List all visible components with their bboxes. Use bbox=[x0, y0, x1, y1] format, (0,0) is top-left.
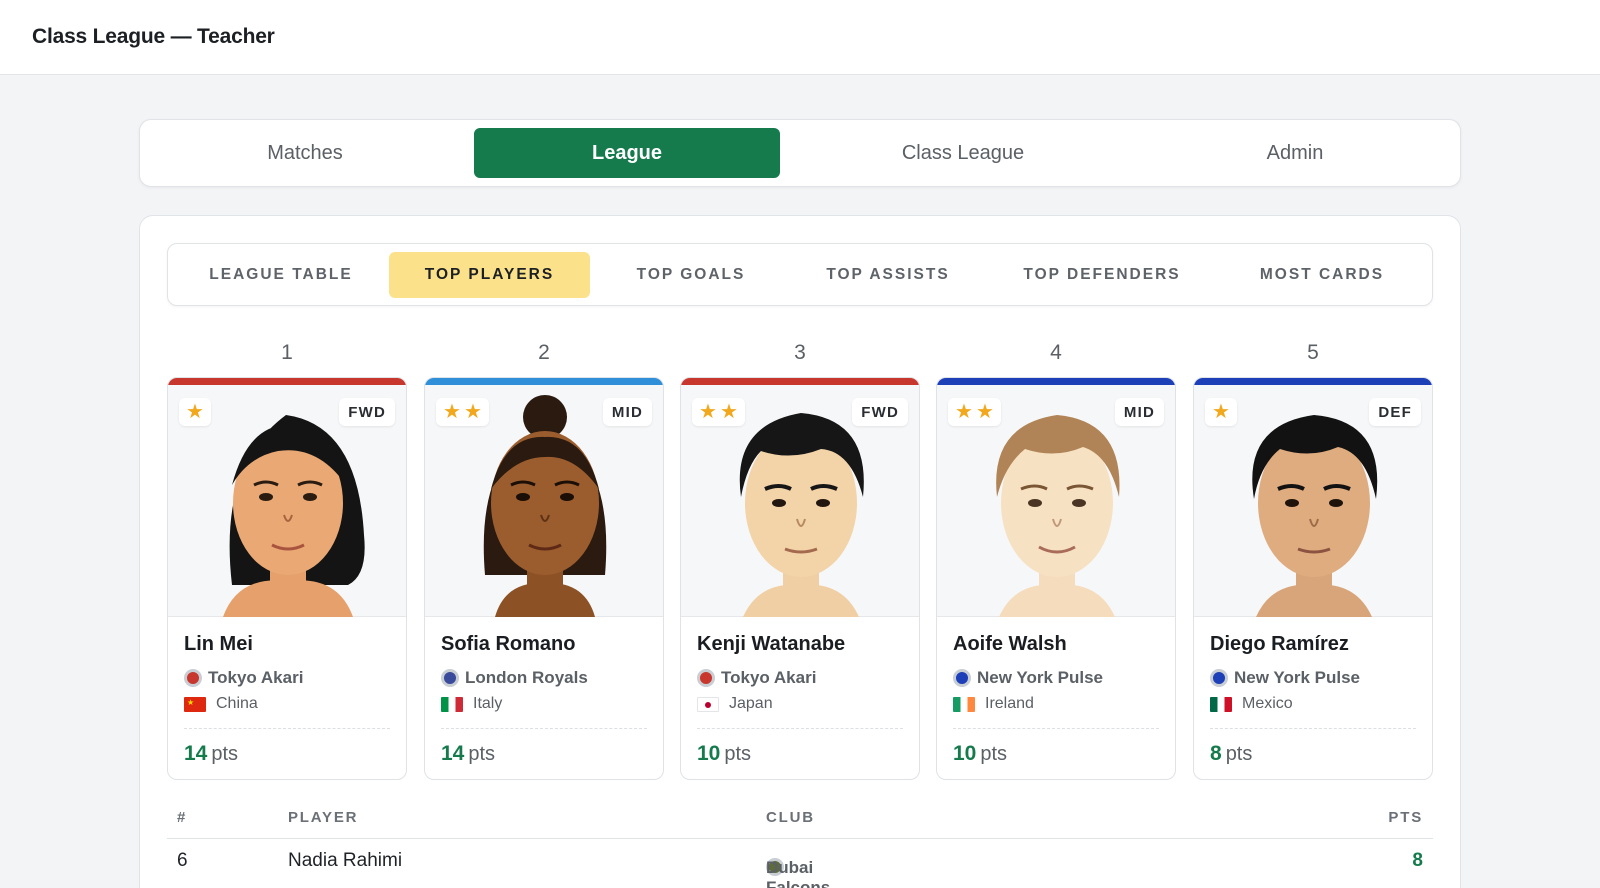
club-crest-icon bbox=[697, 669, 715, 687]
player-points: 10 pts bbox=[697, 742, 752, 765]
player-country: ★ China bbox=[184, 695, 258, 713]
row-player: Nadia Rahimi bbox=[288, 850, 403, 871]
subtab-top-assists[interactable]: TOP ASSISTS bbox=[790, 252, 986, 298]
tab-matches[interactable]: Matches bbox=[150, 128, 460, 178]
rating-stars: ★ bbox=[179, 398, 211, 426]
player-club: New York Pulse bbox=[953, 668, 1103, 688]
position-badge: DEF bbox=[1369, 398, 1421, 426]
player-portrait: ★ ★ MID bbox=[937, 385, 1175, 617]
subtab-league-table[interactable]: LEAGUE TABLE bbox=[178, 252, 384, 298]
table-row[interactable]: 6 Nadia Rahimi Dubai Falcons 8 bbox=[167, 840, 1433, 888]
star-icon: ★ bbox=[975, 401, 994, 423]
star-icon: ★ bbox=[955, 401, 973, 423]
position-badge: FWD bbox=[852, 398, 908, 426]
player-portrait: ★ ★ FWD bbox=[681, 385, 919, 617]
divider bbox=[697, 728, 903, 729]
player-rank: 4 bbox=[1050, 341, 1062, 364]
col-pts[interactable]: PTS bbox=[1388, 809, 1423, 826]
card-accent bbox=[1194, 378, 1432, 385]
card-accent bbox=[168, 378, 406, 385]
player-club: Tokyo Akari bbox=[184, 668, 303, 688]
player-country: Ireland bbox=[953, 695, 1034, 713]
player-portrait: ★ DEF bbox=[1194, 385, 1432, 617]
player-points: 8 pts bbox=[1210, 742, 1253, 765]
player-name: Sofia Romano bbox=[441, 633, 576, 655]
card-accent bbox=[425, 378, 663, 385]
flag-china-icon: ★ bbox=[184, 696, 206, 712]
player-rank: 3 bbox=[794, 341, 806, 364]
club-crest-icon bbox=[1210, 669, 1228, 687]
club-crest-icon bbox=[953, 669, 971, 687]
player-country: Mexico bbox=[1210, 695, 1293, 713]
player-name: Diego Ramírez bbox=[1210, 633, 1349, 655]
tab-class-league[interactable]: Class League bbox=[798, 128, 1128, 178]
club-crest-icon bbox=[184, 669, 202, 687]
star-icon: ★ bbox=[443, 401, 461, 423]
subtab-top-goals[interactable]: TOP GOALS bbox=[596, 252, 786, 298]
row-rank: 6 bbox=[177, 850, 188, 871]
player-points: 14 pts bbox=[184, 742, 239, 765]
col-player[interactable]: PLAYER bbox=[288, 809, 358, 826]
divider bbox=[1210, 728, 1416, 729]
player-club: Tokyo Akari bbox=[697, 668, 816, 688]
tab-admin[interactable]: Admin bbox=[1140, 128, 1450, 178]
player-rank: 1 bbox=[281, 341, 293, 364]
star-icon: ★ bbox=[719, 401, 738, 423]
player-points: 10 pts bbox=[953, 742, 1008, 765]
player-card[interactable]: ★ ★ FWD Kenji Watanabe Tokyo Akari Japan … bbox=[680, 377, 920, 780]
position-badge: MID bbox=[1114, 398, 1164, 426]
stats-subnav: LEAGUE TABLE TOP PLAYERS TOP GOALS TOP A… bbox=[167, 243, 1433, 306]
main-nav: Matches League Class League Admin bbox=[139, 119, 1461, 187]
player-club: New York Pulse bbox=[1210, 668, 1360, 688]
player-name: Aoife Walsh bbox=[953, 633, 1067, 655]
player-portrait: ★ FWD bbox=[168, 385, 406, 617]
card-accent bbox=[937, 378, 1175, 385]
divider bbox=[441, 728, 647, 729]
rating-stars: ★ ★ bbox=[948, 398, 1001, 426]
flag-mexico-icon bbox=[1210, 696, 1232, 712]
subtab-top-defenders[interactable]: TOP DEFENDERS bbox=[990, 252, 1214, 298]
player-name: Kenji Watanabe bbox=[697, 633, 846, 655]
star-icon: ★ bbox=[463, 401, 482, 423]
star-icon: ★ bbox=[186, 401, 204, 423]
player-name: Lin Mei bbox=[184, 633, 253, 655]
league-panel: LEAGUE TABLE TOP PLAYERS TOP GOALS TOP A… bbox=[139, 215, 1461, 888]
position-badge: FWD bbox=[339, 398, 395, 426]
player-card[interactable]: ★ DEF Diego Ramírez New York Pulse Mexic… bbox=[1193, 377, 1433, 780]
flag-japan-icon bbox=[697, 696, 719, 712]
player-points: 14 pts bbox=[441, 742, 496, 765]
club-crest-icon bbox=[441, 669, 459, 687]
divider bbox=[184, 728, 390, 729]
tab-league[interactable]: League bbox=[474, 128, 780, 178]
star-icon: ★ bbox=[699, 401, 717, 423]
flag-italy-icon bbox=[441, 696, 463, 712]
flag-ireland-icon bbox=[953, 696, 975, 712]
player-country: Japan bbox=[697, 695, 773, 713]
player-country: Italy bbox=[441, 695, 502, 713]
col-club[interactable]: CLUB bbox=[766, 809, 815, 826]
players-table-header: # PLAYER CLUB PTS bbox=[167, 799, 1433, 839]
player-club: London Royals bbox=[441, 668, 588, 688]
rating-stars: ★ bbox=[1205, 398, 1237, 426]
player-rank: 5 bbox=[1307, 341, 1319, 364]
divider bbox=[953, 728, 1159, 729]
card-accent bbox=[681, 378, 919, 385]
row-pts: 8 bbox=[1412, 850, 1423, 871]
app-title: Class League — Teacher bbox=[32, 25, 275, 48]
subtab-top-players[interactable]: TOP PLAYERS bbox=[389, 252, 590, 298]
star-icon: ★ bbox=[1212, 401, 1230, 423]
player-rank: 2 bbox=[538, 341, 550, 364]
player-card[interactable]: ★ ★ MID Aoife Walsh New York Pulse Irelan… bbox=[936, 377, 1176, 780]
top-bar: Class League — Teacher bbox=[0, 0, 1600, 75]
col-rank: # bbox=[177, 809, 188, 826]
player-card[interactable]: ★ ★ MID Sofia Romano London Royals Italy … bbox=[424, 377, 664, 780]
rating-stars: ★ ★ bbox=[436, 398, 489, 426]
player-card[interactable]: ★ FWD Lin Mei Tokyo Akari ★ China 14 pts bbox=[167, 377, 407, 780]
rating-stars: ★ ★ bbox=[692, 398, 745, 426]
subtab-most-cards[interactable]: MOST CARDS bbox=[1220, 252, 1424, 298]
player-portrait: ★ ★ MID bbox=[425, 385, 663, 617]
position-badge: MID bbox=[602, 398, 652, 426]
